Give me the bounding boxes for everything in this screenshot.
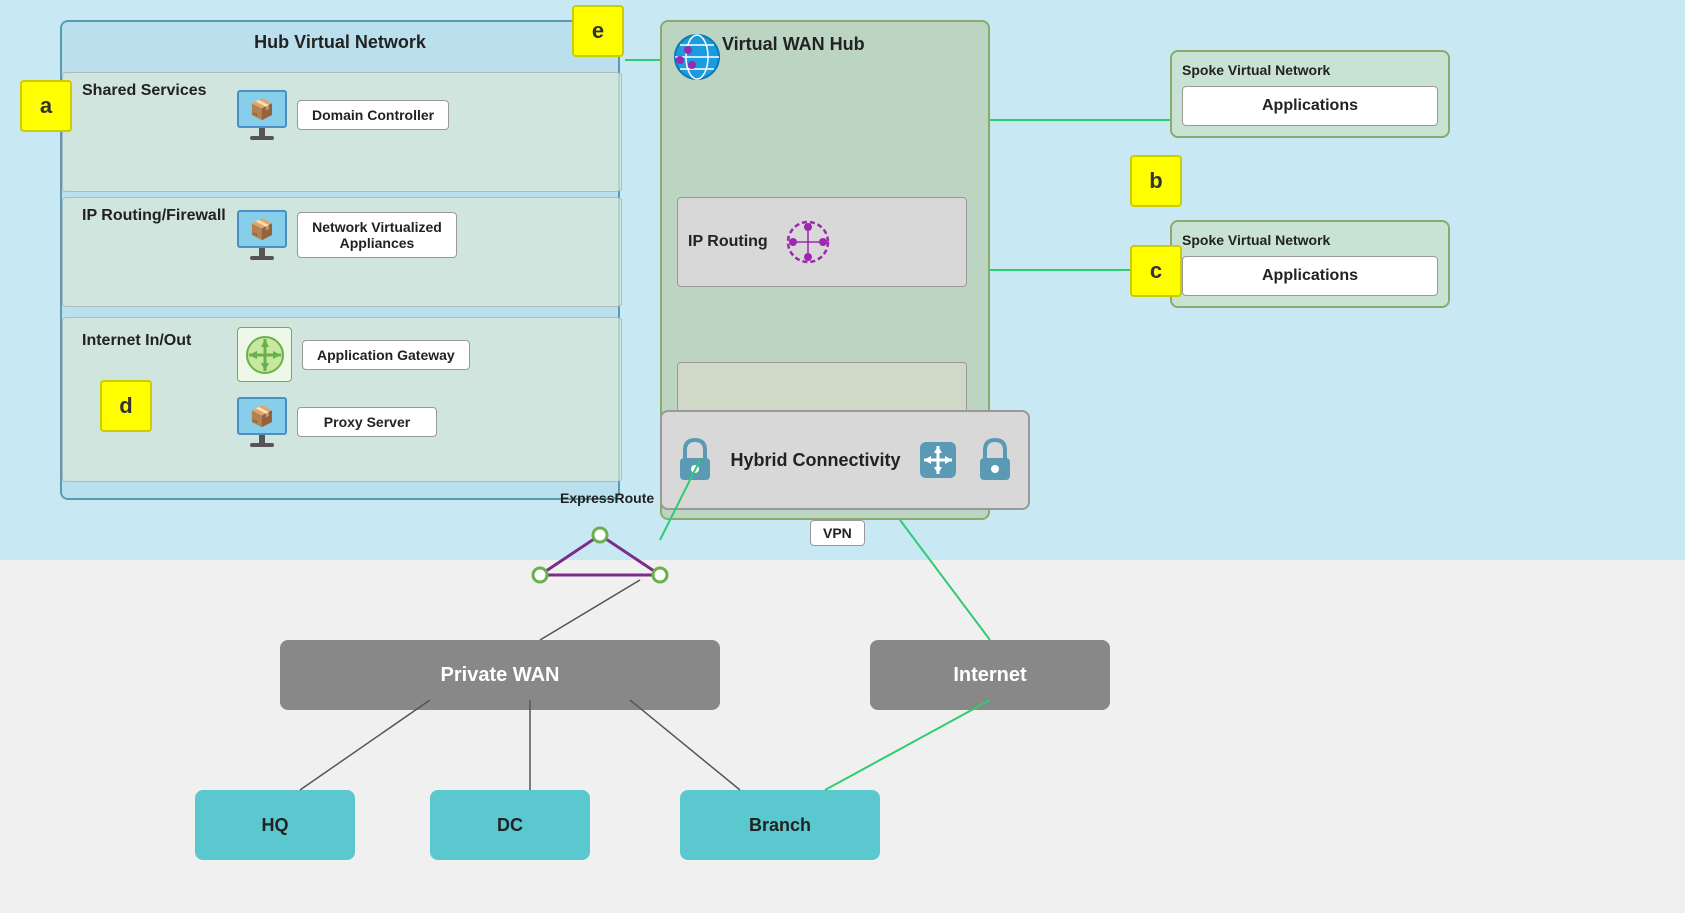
private-wan-label: Private WAN xyxy=(441,664,560,687)
globe-icon xyxy=(670,30,725,96)
vwan-ip-routing-box: IP Routing xyxy=(677,197,967,287)
internet-inout-label: Internet In/Out xyxy=(82,332,191,350)
spoke-vnet-2-apps: Applications xyxy=(1182,256,1438,296)
proxy-server-label: Proxy Server xyxy=(297,407,437,437)
hq-label: HQ xyxy=(262,815,289,836)
hub-vnet-title: Hub Virtual Network xyxy=(254,32,426,53)
vwan-ip-routing-label: IP Routing xyxy=(688,233,768,251)
proxy-server-item: 📦 Proxy Server xyxy=(237,397,437,447)
lock-icon-left xyxy=(675,436,715,484)
vpn-label: VPN xyxy=(810,520,865,546)
spoke-vnet-2-title: Spoke Virtual Network xyxy=(1182,232,1438,248)
branch-label: Branch xyxy=(749,815,811,836)
spoke-vnet-2: Spoke Virtual Network Applications xyxy=(1170,220,1450,308)
hybrid-connectivity-box: Hybrid Connectivity xyxy=(660,410,1030,510)
network-virt-label: Network VirtualizedAppliances xyxy=(297,212,457,258)
network-virt-item: 📦 Network VirtualizedAppliances xyxy=(237,210,457,260)
badge-c: c xyxy=(1130,245,1182,297)
app-gateway-item: Application Gateway xyxy=(237,327,470,382)
lock-icon-right xyxy=(975,436,1015,484)
shared-services-label: Shared Services xyxy=(82,82,207,100)
expressroute-label: ExpressRoute xyxy=(560,490,654,506)
domain-controller-label: Domain Controller xyxy=(297,100,449,130)
private-wan-box: Private WAN xyxy=(280,640,720,710)
hybrid-connectivity-title: Hybrid Connectivity xyxy=(730,450,900,471)
bottom-section xyxy=(0,560,1685,913)
spoke-vnet-1-title: Spoke Virtual Network xyxy=(1182,62,1438,78)
network-virt-icon: 📦 xyxy=(237,210,287,260)
ip-routing-icon xyxy=(783,217,833,267)
hq-node: HQ xyxy=(195,790,355,860)
spoke-vnet-1: Spoke Virtual Network Applications xyxy=(1170,50,1450,138)
badge-a: a xyxy=(20,80,72,132)
spoke-vnet-1-apps: Applications xyxy=(1182,86,1438,126)
vwan-hub-title: Virtual WAN Hub xyxy=(722,34,865,55)
cross-arrows-icon xyxy=(916,438,960,482)
internet-box: Internet xyxy=(870,640,1110,710)
internet-label: Internet xyxy=(953,664,1026,687)
dc-node: DC xyxy=(430,790,590,860)
domain-controller-item: 📦 Domain Controller xyxy=(237,90,449,140)
dc-label: DC xyxy=(497,815,523,836)
app-gateway-label: Application Gateway xyxy=(302,340,470,370)
badge-e: e xyxy=(572,5,624,57)
badge-b: b xyxy=(1130,155,1182,207)
ip-routing-firewall-label: IP Routing/Firewall xyxy=(82,207,226,225)
badge-d: d xyxy=(100,380,152,432)
domain-controller-icon: 📦 xyxy=(237,90,287,140)
proxy-server-icon: 📦 xyxy=(237,397,287,447)
branch-node: Branch xyxy=(680,790,880,860)
app-gateway-icon xyxy=(237,327,292,382)
